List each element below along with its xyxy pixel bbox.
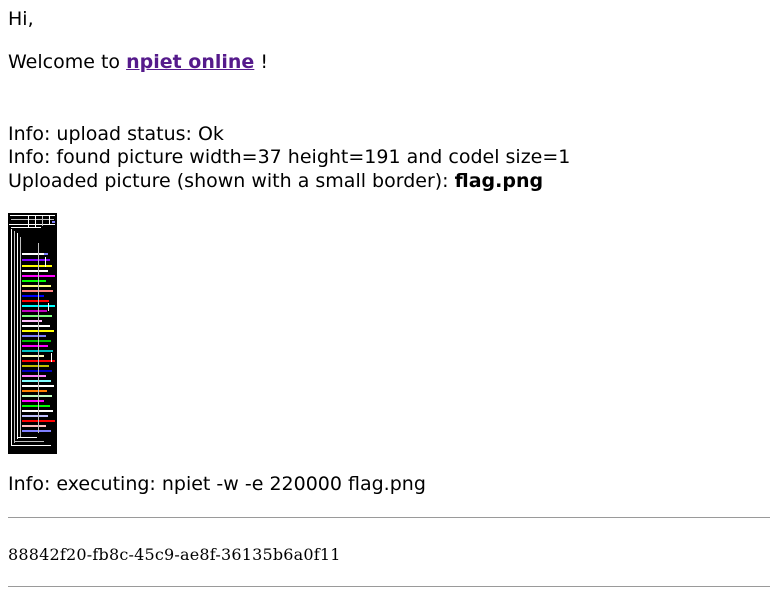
- uploaded-filename: flag.png: [454, 170, 544, 192]
- uploaded-piet-image: [8, 212, 57, 454]
- uploaded-picture-label: Uploaded picture (shown with a small bor…: [8, 170, 455, 192]
- upload-status-text: Info: upload status: Ok: [8, 122, 224, 145]
- info-block: Info: upload status: Ok Info: found pict…: [8, 123, 770, 194]
- picture-dimensions-text: Info: found picture width=37 height=191 …: [8, 146, 571, 169]
- greeting-text: Hi,: [8, 8, 34, 30]
- npiet-online-link[interactable]: npiet online: [126, 51, 254, 73]
- piet-program-image: [8, 212, 57, 454]
- divider-bottom: [8, 585, 770, 587]
- divider-top: [8, 516, 770, 518]
- welcome-suffix: !: [254, 50, 268, 73]
- welcome-line: Welcome to npiet online !: [8, 51, 770, 75]
- program-output: 88842f20-fb8c-45c9-ae8f-36135b6a0f11: [8, 544, 341, 564]
- uploaded-picture-text: Uploaded picture (shown with a small bor…: [8, 170, 770, 194]
- executing-command-text: Info: executing: npiet -w -e 220000 flag…: [8, 472, 426, 495]
- page-content: Hi, Welcome to npiet online ! Info: uplo…: [8, 8, 770, 587]
- welcome-prefix: Welcome to: [8, 50, 127, 73]
